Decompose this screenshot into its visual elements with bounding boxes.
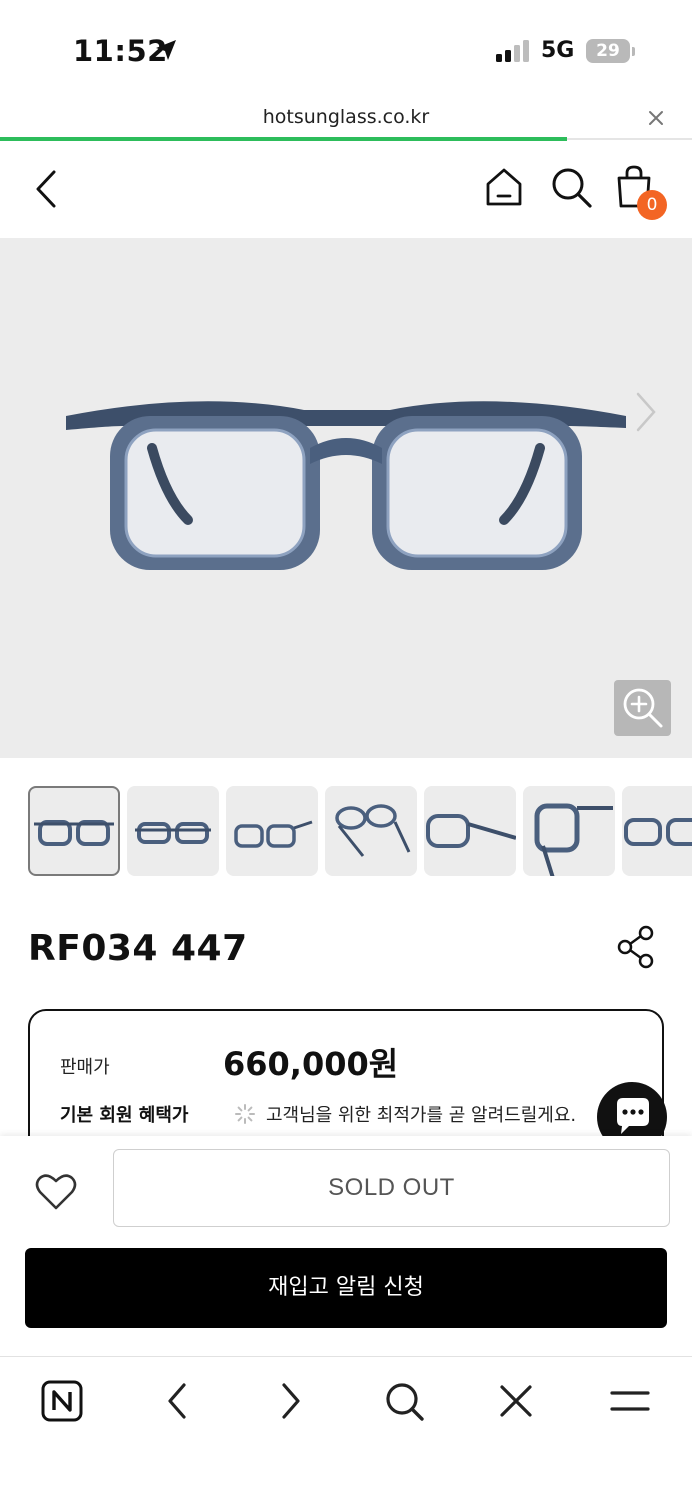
thumbnail-detail-view[interactable]: [424, 786, 516, 876]
browser-close-icon[interactable]: [496, 1379, 536, 1427]
product-glasses-image: [66, 401, 626, 570]
thumbnail-angle-view[interactable]: [325, 786, 417, 876]
browser-forward-icon[interactable]: [276, 1379, 308, 1427]
browser-search-icon[interactable]: [382, 1379, 426, 1427]
back-arrow-icon[interactable]: [30, 168, 60, 214]
sale-price-label: 판매가: [60, 1057, 110, 1078]
share-icon[interactable]: [616, 924, 656, 974]
thumbnail-worn-view[interactable]: [622, 786, 692, 876]
home-icon[interactable]: [484, 166, 524, 212]
browser-toolbar: [0, 1356, 692, 1500]
page-load-progress: [0, 137, 692, 141]
zoom-in-icon: [623, 688, 663, 728]
thumbnail-top-view[interactable]: [127, 786, 219, 876]
cart-count-badge: 0: [637, 190, 667, 220]
network-type: 5G: [541, 38, 575, 63]
page-load-progress-fill: [0, 137, 568, 141]
thumbnail-strip: [28, 786, 692, 878]
sold-out-button[interactable]: SOLD OUT: [113, 1149, 670, 1227]
location-arrow-icon: [154, 38, 178, 66]
zoom-button[interactable]: [614, 680, 671, 736]
wishlist-heart-icon[interactable]: [34, 1172, 78, 1216]
battery-level: 29: [586, 39, 630, 63]
thumbnail-side-view[interactable]: [226, 786, 318, 876]
browser-menu-icon[interactable]: [608, 1379, 652, 1427]
product-title: RF034 447: [28, 928, 248, 969]
member-price-label: 기본 회원 혜택가: [60, 1105, 189, 1126]
thumbnail-front-view[interactable]: [28, 786, 120, 876]
site-header: 0: [0, 142, 692, 238]
cellular-signal-icon: [496, 40, 532, 66]
product-image-carousel[interactable]: [0, 238, 692, 758]
close-icon[interactable]: [646, 108, 666, 132]
search-icon[interactable]: [550, 166, 594, 214]
browser-url-bar[interactable]: hotsunglass.co.kr: [0, 100, 692, 140]
loading-spinner-icon: [234, 1103, 256, 1129]
naver-n-icon[interactable]: [40, 1379, 84, 1427]
next-image-chevron-icon[interactable]: [632, 390, 660, 438]
battery-cap-icon: [632, 47, 635, 56]
url-text[interactable]: hotsunglass.co.kr: [0, 106, 692, 128]
browser-back-icon[interactable]: [160, 1379, 192, 1427]
status-bar: 11:52 5G 29: [0, 0, 692, 100]
thumbnail-closeup-view[interactable]: [523, 786, 615, 876]
restock-alert-button[interactable]: 재입고 알림 신청: [25, 1248, 667, 1328]
purchase-action-bar: SOLD OUT 재입고 알림 신청: [0, 1136, 692, 1356]
sale-price: 660,000원: [223, 1045, 399, 1083]
member-price-message: 고객님을 위한 최적가를 곧 알려드릴게요.: [266, 1105, 577, 1126]
